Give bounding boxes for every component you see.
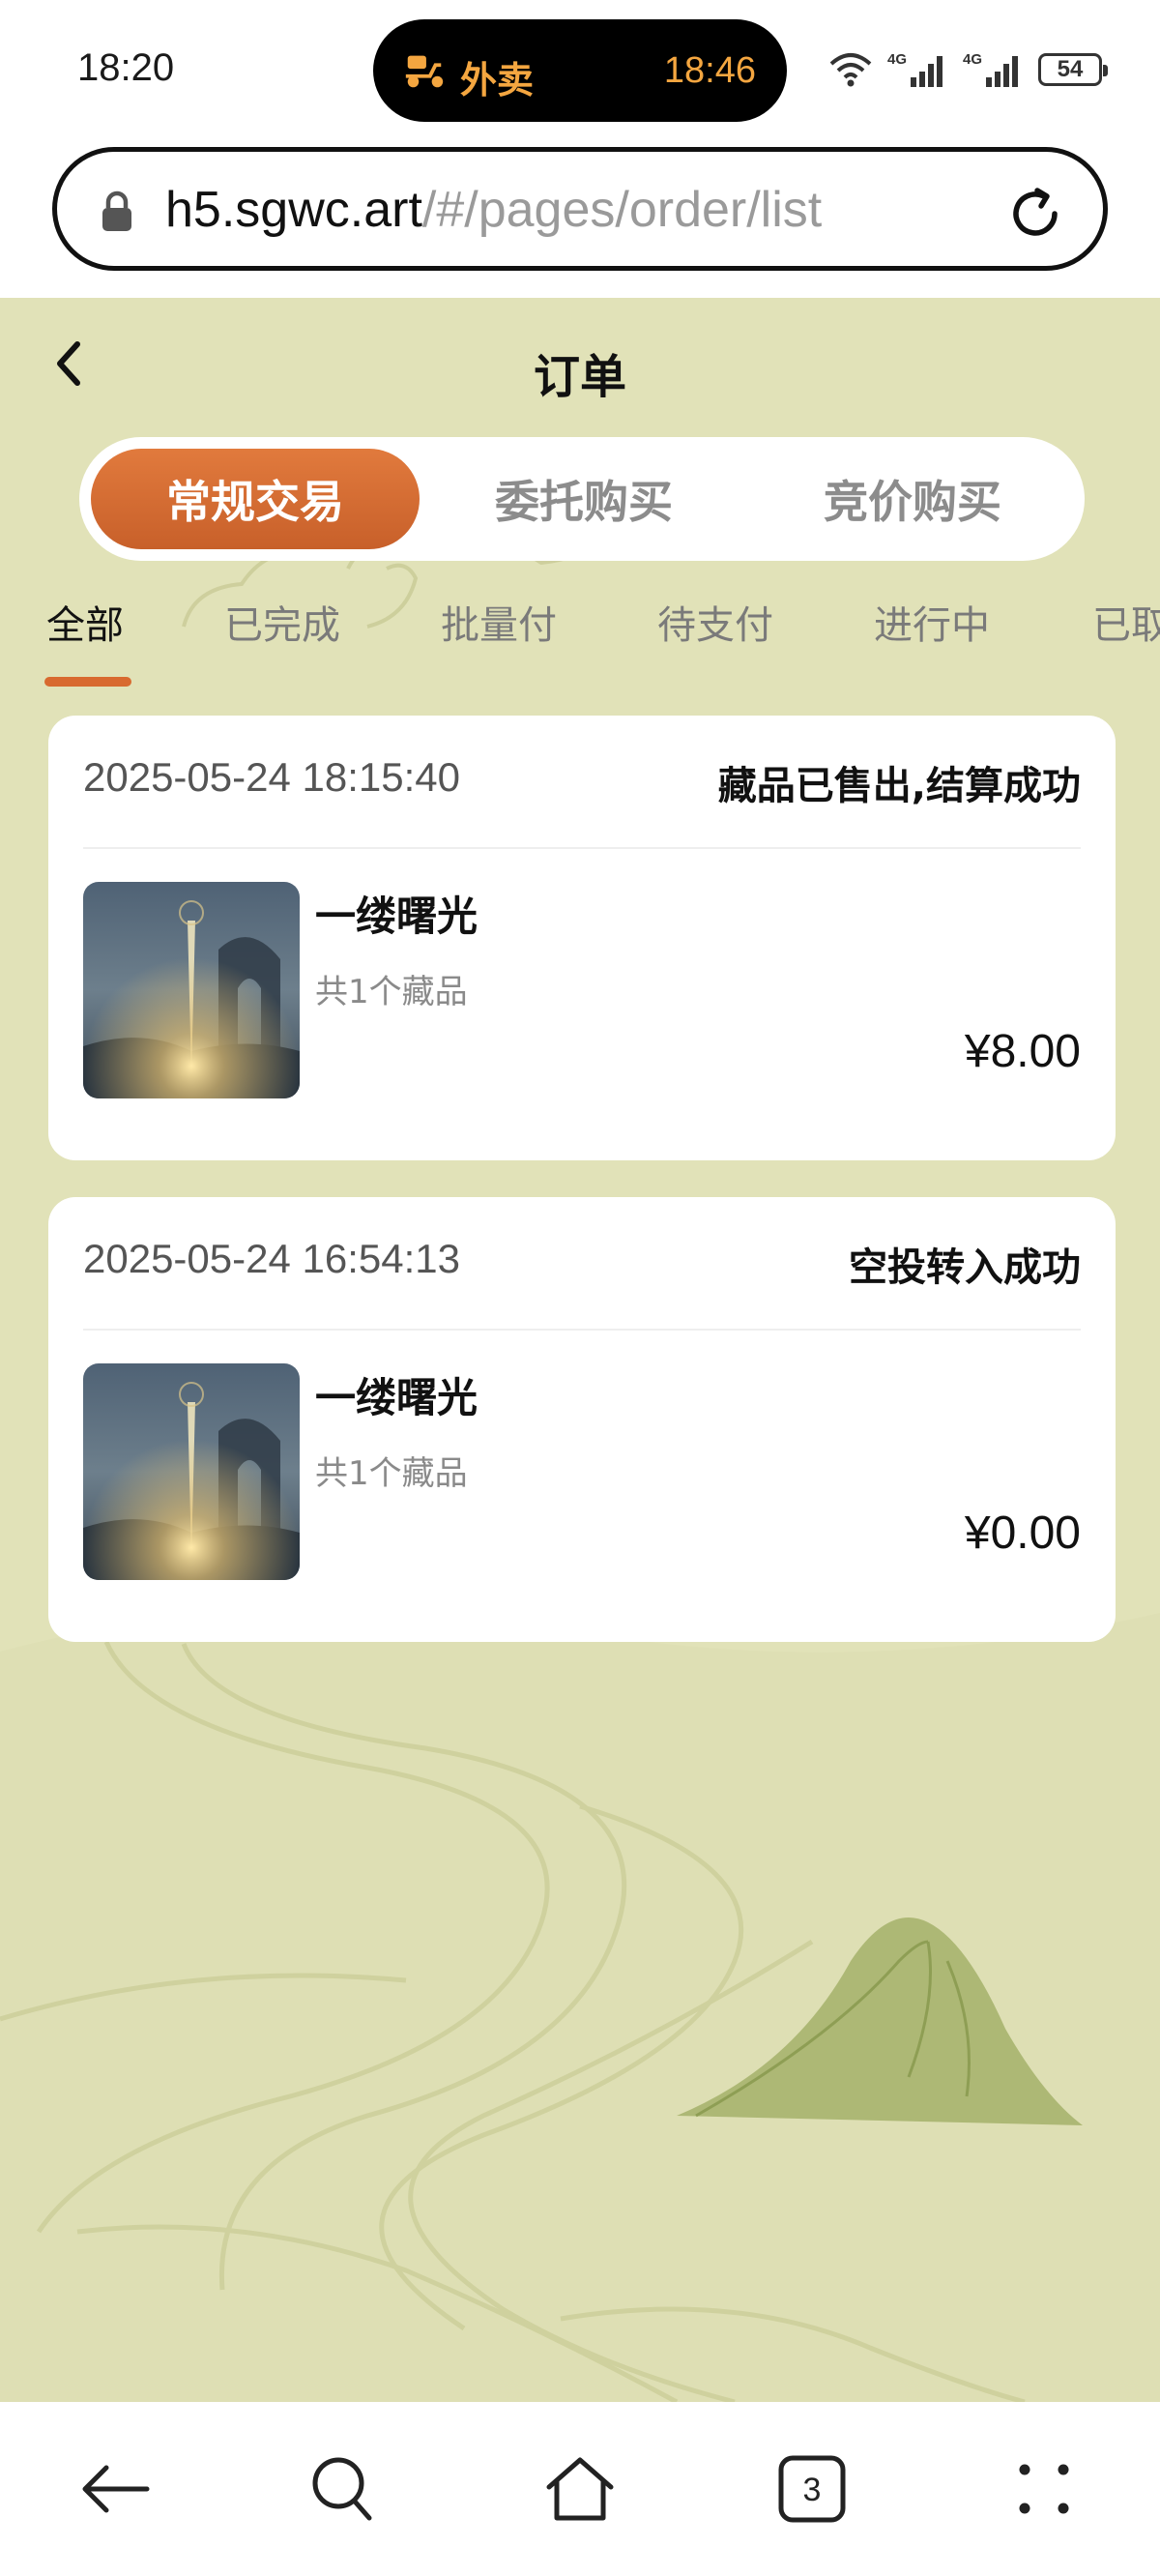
collectible-count: 共1个藏品 [315, 973, 468, 1011]
status-bar: 18:20 外卖 18:46 4G 4G 54 [0, 0, 1160, 145]
nav-menu-button[interactable] [1007, 2452, 1081, 2526]
segment-entrusted-purchase[interactable]: 委托购买 [420, 449, 748, 549]
status-icons: 4G 4G 54 [827, 48, 1108, 91]
browser-bottom-nav: 3 [0, 2402, 1160, 2576]
arrow-left-icon [82, 2465, 150, 2513]
order-card[interactable]: 2025-05-24 16:54:13 空投转入成功 一缕曙光 共1个藏品 ¥0… [48, 1197, 1116, 1642]
order-date: 2025-05-24 16:54:13 [83, 1236, 460, 1281]
trade-type-switch: 常规交易 委托购买 竞价购买 [79, 437, 1085, 561]
tab-in-progress[interactable]: 进行中 [874, 594, 990, 650]
reload-icon[interactable] [1004, 183, 1066, 245]
order-date: 2025-05-24 18:15:40 [83, 754, 460, 800]
svg-text:4G: 4G [963, 51, 982, 68]
island-app-label: 外卖 [460, 59, 535, 102]
card-divider [83, 847, 1081, 849]
order-price: ¥0.00 [964, 1508, 1081, 1559]
collectible-name: 一缕曙光 [315, 1374, 478, 1421]
order-card[interactable]: 2025-05-24 18:15:40 藏品已售出,结算成功 一缕曙光 共1个藏… [48, 716, 1116, 1160]
scooter-icon [405, 55, 444, 88]
segment-auction-purchase[interactable]: 竞价购买 [748, 449, 1077, 549]
svg-text:4G: 4G [887, 51, 907, 68]
battery-icon: 54 [1038, 53, 1108, 86]
url-text[interactable]: h5.sgwc.art/#/pages/order/list [165, 181, 822, 239]
battery-level: 54 [1057, 56, 1084, 82]
signal-4g-icon: 4G [887, 51, 942, 87]
signal-4g-icon: 4G [963, 51, 1018, 87]
nav-tabs-button[interactable]: 3 [775, 2452, 849, 2526]
home-icon [546, 2457, 614, 2521]
nav-search-button[interactable] [307, 2452, 381, 2526]
collectible-thumbnail [83, 1363, 300, 1580]
url-path: /#/pages/order/list [421, 182, 823, 238]
collectible-count: 共1个藏品 [315, 1454, 468, 1493]
lock-icon [102, 190, 131, 231]
active-tab-indicator [44, 677, 131, 687]
tab-count: 3 [803, 2472, 822, 2508]
status-time: 18:20 [77, 46, 175, 89]
order-status: 藏品已售出,结算成功 [717, 764, 1081, 808]
url-host: h5.sgwc.art [165, 182, 422, 238]
tab-pending-payment[interactable]: 待支付 [657, 594, 773, 650]
order-status-tabs: 全部 已完成 批量付 待支付 进行中 已取 [0, 594, 1160, 671]
collectible-name: 一缕曙光 [315, 893, 478, 940]
tab-completed[interactable]: 已完成 [224, 594, 340, 650]
address-bar[interactable]: h5.sgwc.art/#/pages/order/list [52, 147, 1108, 271]
order-status: 空投转入成功 [849, 1245, 1081, 1290]
island-time: 18:46 [663, 50, 756, 91]
nav-home-button[interactable] [543, 2452, 617, 2526]
order-page: 订单 常规交易 委托购买 竞价购买 全部 已完成 批量付 待支付 进行中 已取 … [0, 298, 1160, 2402]
tab-batch-pay[interactable]: 批量付 [441, 594, 557, 650]
more-dots-icon [1019, 2464, 1069, 2514]
nav-back-button[interactable] [79, 2452, 153, 2526]
card-divider [83, 1329, 1081, 1331]
tabs-counter-icon: 3 [778, 2455, 846, 2523]
order-price: ¥8.00 [964, 1026, 1081, 1077]
search-icon [312, 2457, 372, 2521]
collectible-thumbnail [83, 882, 300, 1098]
segment-regular-trade[interactable]: 常规交易 [91, 449, 420, 549]
wifi-icon [829, 53, 872, 87]
dynamic-island[interactable]: 外卖 18:46 [373, 19, 787, 122]
tab-cancelled[interactable]: 已取 [1092, 594, 1160, 650]
tab-all[interactable]: 全部 [46, 594, 124, 650]
page-title: 订单 [533, 350, 626, 404]
